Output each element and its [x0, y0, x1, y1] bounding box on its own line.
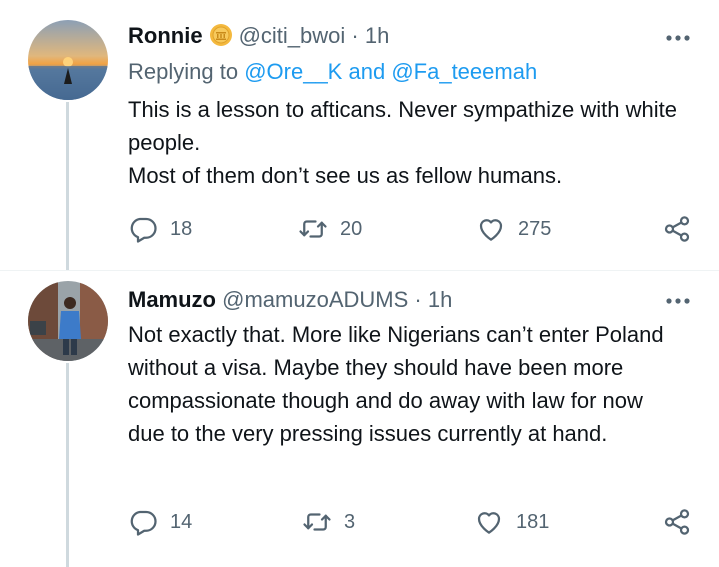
- heart-icon: [477, 512, 501, 534]
- retweet-icon: [303, 513, 331, 531]
- retweet-count: 3: [344, 510, 356, 533]
- replying-to: Replying to @Ore__K and @Fa_teeemah: [128, 58, 537, 86]
- like-button[interactable]: 181: [474, 504, 549, 540]
- tweet-text: Not exactly that. More like Nigerians ca…: [128, 322, 664, 446]
- tweet-actions: 14 3 181: [128, 504, 694, 540]
- like-count: 181: [516, 510, 550, 533]
- display-name[interactable]: Mamuzo: [128, 287, 216, 312]
- like-count: 275: [518, 217, 552, 240]
- handle[interactable]: @citi_bwoi: [239, 23, 346, 48]
- reply-count: 14: [170, 510, 193, 533]
- share-button[interactable]: [662, 211, 692, 247]
- retweet-icon: [299, 220, 327, 238]
- retweet-button[interactable]: 20: [298, 211, 362, 247]
- share-icon: [664, 216, 690, 242]
- more-options-icon[interactable]: [665, 28, 691, 48]
- tweet-actions: 18 20 275: [128, 211, 694, 247]
- timestamp[interactable]: 1h: [365, 23, 389, 48]
- handle[interactable]: @mamuzoADUMS: [222, 287, 408, 312]
- mention-and: and: [348, 59, 386, 84]
- avatar-ronnie[interactable]: [28, 20, 108, 100]
- tweet-ronnie[interactable]: Ronnie @citi_bwoi · 1h Replying to @Ore__…: [0, 0, 719, 271]
- more-options-icon[interactable]: [665, 291, 691, 311]
- share-button[interactable]: [662, 504, 692, 540]
- like-button[interactable]: 275: [476, 211, 551, 247]
- tweet-text-line: This is a lesson to afticans. Never symp…: [128, 97, 678, 155]
- sunset-sea-avatar-icon: [28, 20, 108, 100]
- tweet-header: Ronnie @citi_bwoi · 1h: [128, 22, 389, 50]
- gold-coin-badge-icon: [209, 23, 233, 47]
- tweet-text-line: Most of them don’t see us as fellow huma…: [128, 163, 563, 188]
- display-name[interactable]: Ronnie: [128, 23, 203, 48]
- reply-icon: [130, 217, 157, 243]
- tweet-text: This is a lesson to afticans. Never symp…: [128, 93, 688, 192]
- mention-fa-teeemah[interactable]: @Fa_teeemah: [391, 59, 537, 84]
- tweet-header: Mamuzo @mamuzoADUMS · 1h: [128, 286, 452, 314]
- reply-button[interactable]: 14: [128, 504, 192, 540]
- thread-line: [66, 363, 69, 567]
- reply-icon: [130, 510, 157, 536]
- share-icon: [664, 509, 690, 535]
- retweet-count: 20: [340, 217, 363, 240]
- replying-to-label: Replying to: [128, 59, 239, 84]
- mention-ore-k[interactable]: @Ore__K: [244, 59, 342, 84]
- separator-dot: ·: [414, 287, 422, 312]
- reply-button[interactable]: 18: [128, 211, 192, 247]
- tweet-mamuzo[interactable]: Mamuzo @mamuzoADUMS · 1h Not exactly tha…: [0, 271, 719, 567]
- timestamp[interactable]: 1h: [428, 287, 452, 312]
- avatar-mamuzo[interactable]: [28, 281, 108, 361]
- separator-dot: ·: [351, 23, 359, 48]
- person-street-avatar-icon: [28, 281, 108, 361]
- retweet-button[interactable]: 3: [302, 504, 355, 540]
- reply-count: 18: [170, 217, 193, 240]
- heart-icon: [479, 219, 503, 241]
- thread-line: [66, 102, 69, 270]
